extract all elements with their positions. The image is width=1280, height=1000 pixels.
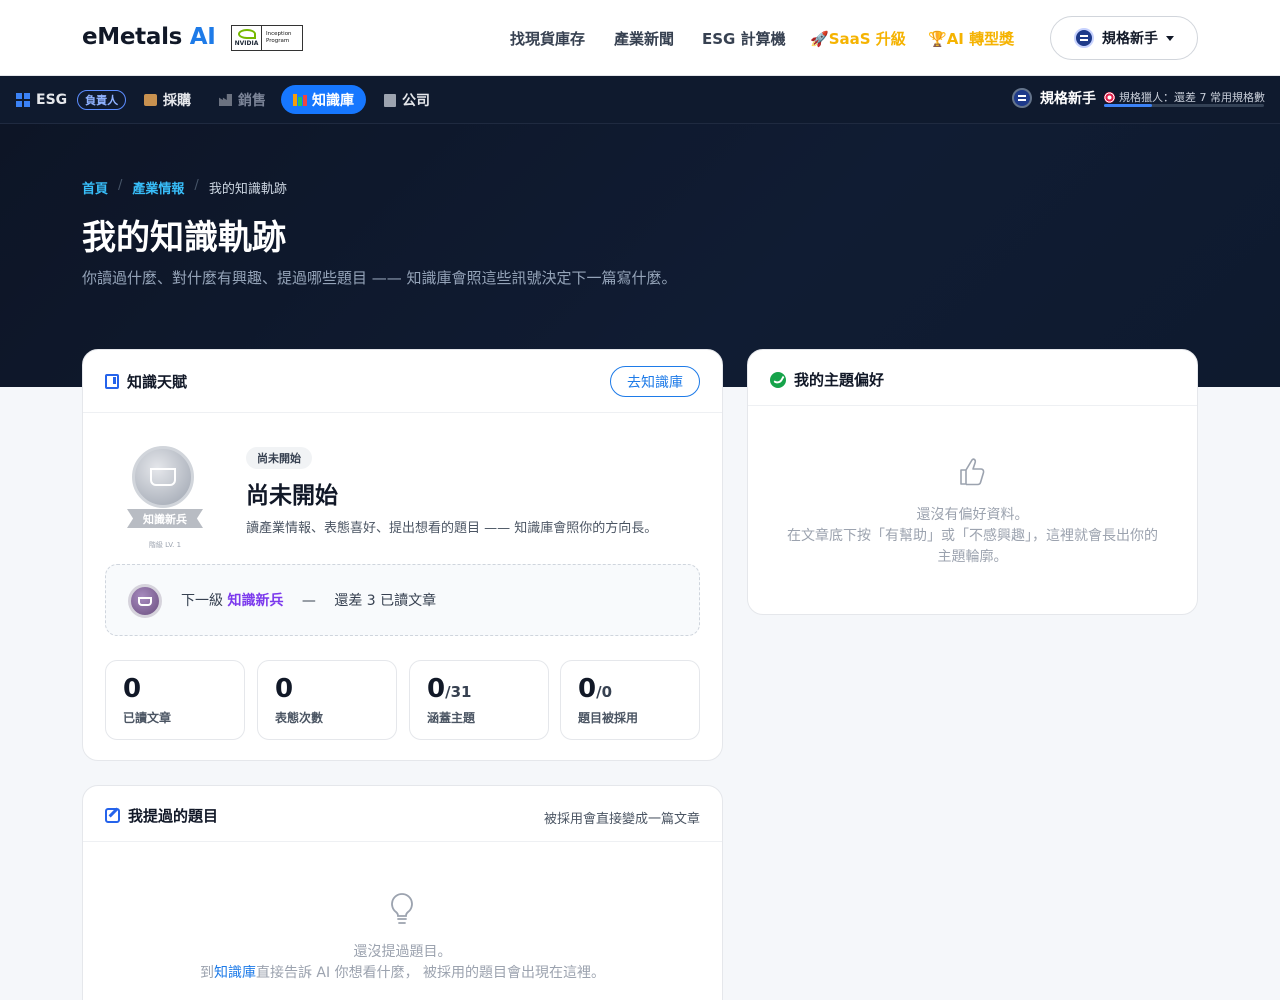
topics-note: 被採用會直接變成一篇文章: [543, 812, 700, 827]
books-icon: [293, 93, 307, 106]
subnav-sales[interactable]: 銷售: [219, 90, 266, 110]
nav-esg-calculator[interactable]: ESG 計算機: [702, 28, 786, 49]
topics-empty-message: 還沒提過題目。 到知識庫直接告訴 AI 你想看什麼， 被採用的題目會出現在這裡。: [199, 944, 606, 981]
breadcrumb: 首頁 / 產業情報 / 我的知識軌跡: [82, 178, 287, 197]
subnav-knowledge[interactable]: 知識庫: [281, 85, 366, 114]
thumbs-up-icon: [960, 458, 985, 486]
preferences-empty-message: 還沒有偏好資料。 在文章底下按「有幫助」或「不感興趣」，這裡就會長出你的 主題輪…: [787, 507, 1158, 565]
next-level-avatar-icon: [128, 584, 162, 618]
stat-topics-covered: 0/31 涵蓋主題: [409, 660, 549, 740]
lightbulb-icon: [391, 893, 413, 924]
subnav-purchase[interactable]: 採購: [144, 90, 191, 110]
nav-saas-upgrade[interactable]: 🚀SaaS 升級: [810, 28, 906, 49]
book-icon: [105, 374, 119, 389]
level-progress-text: 規格獵人：還差 7 常用規格數: [1104, 89, 1265, 105]
nav-ai-award[interactable]: 🏆AI 轉型獎: [928, 28, 1014, 49]
page-title: 我的知識軌跡: [82, 218, 286, 258]
nav-industry-news[interactable]: 產業新聞: [614, 28, 674, 49]
nvidia-logo-icon: NVIDIA: [232, 26, 262, 50]
topics-card-title: 我提過的題目: [128, 807, 219, 825]
top-header: eMetals AI NVIDIA Inception Program 找現貨庫存…: [0, 0, 1280, 76]
role-badge: 負責人: [77, 90, 127, 110]
brand-logo[interactable]: eMetals AI: [82, 24, 216, 50]
status-description: 讀產業情報、表態喜好、提出想看的題目 —— 知識庫會照你的方向長。: [246, 521, 658, 536]
next-level-text: 下一級 知識新兵 — 還差 3 已讀文章: [181, 593, 437, 609]
target-icon: [1104, 91, 1115, 103]
leaf-icon: [770, 371, 786, 388]
subnav-esg[interactable]: ESG 負責人: [16, 90, 127, 110]
next-level-name: 知識新兵: [227, 593, 284, 609]
avatar: [1012, 88, 1032, 108]
breadcrumb-current: 我的知識軌跡: [208, 182, 287, 197]
dashboard-icon: [16, 93, 30, 107]
stat-read-articles: 0 已讀文章: [105, 660, 245, 740]
knowledge-link[interactable]: 知識庫: [214, 965, 256, 981]
stat-topics-adopted: 0/0 題目被採用: [560, 660, 700, 740]
status-badge: 尚未開始: [246, 447, 312, 469]
rocket-icon: 🚀: [810, 30, 829, 48]
level-badge: 知識新兵 階級 LV. 1: [127, 446, 203, 550]
breadcrumb-section[interactable]: 產業情報: [132, 178, 184, 197]
goto-knowledge-button[interactable]: 去知識庫: [610, 366, 700, 397]
subnav-company[interactable]: 公司: [384, 90, 430, 110]
breadcrumb-home[interactable]: 首頁: [82, 178, 108, 197]
status-title: 尚未開始: [246, 483, 338, 509]
level-progress-bar: [1104, 104, 1264, 107]
badge-level: 階級 LV. 1: [148, 541, 182, 549]
package-icon: [144, 94, 157, 106]
page-subtitle: 你讀過什麼、對什麼有興趣、提過哪些題目 —— 知識庫會照這些訊號決定下一篇寫什麼…: [82, 269, 677, 287]
factory-icon: [219, 94, 232, 106]
edit-icon: [105, 808, 120, 823]
trophy-icon: 🏆: [928, 30, 947, 48]
stat-reactions: 0 表態次數: [257, 660, 397, 740]
avatar: [1074, 28, 1094, 48]
book-medal-icon: [132, 446, 194, 508]
nvidia-inception-badge: NVIDIA Inception Program: [231, 25, 303, 51]
talent-card-title: 知識天賦: [127, 373, 188, 391]
caret-down-icon: [1166, 35, 1174, 41]
nav-inventory[interactable]: 找現貨庫存: [510, 28, 585, 49]
preferences-card-title: 我的主題偏好: [794, 371, 885, 389]
building-icon: [384, 93, 396, 107]
next-level-remaining: 還差 3 已讀文章: [334, 593, 437, 609]
badge-name: 知識新兵: [127, 509, 203, 528]
user-menu-button[interactable]: 規格新手: [1050, 16, 1198, 60]
subnav-user[interactable]: 規格新手: [1012, 88, 1096, 108]
